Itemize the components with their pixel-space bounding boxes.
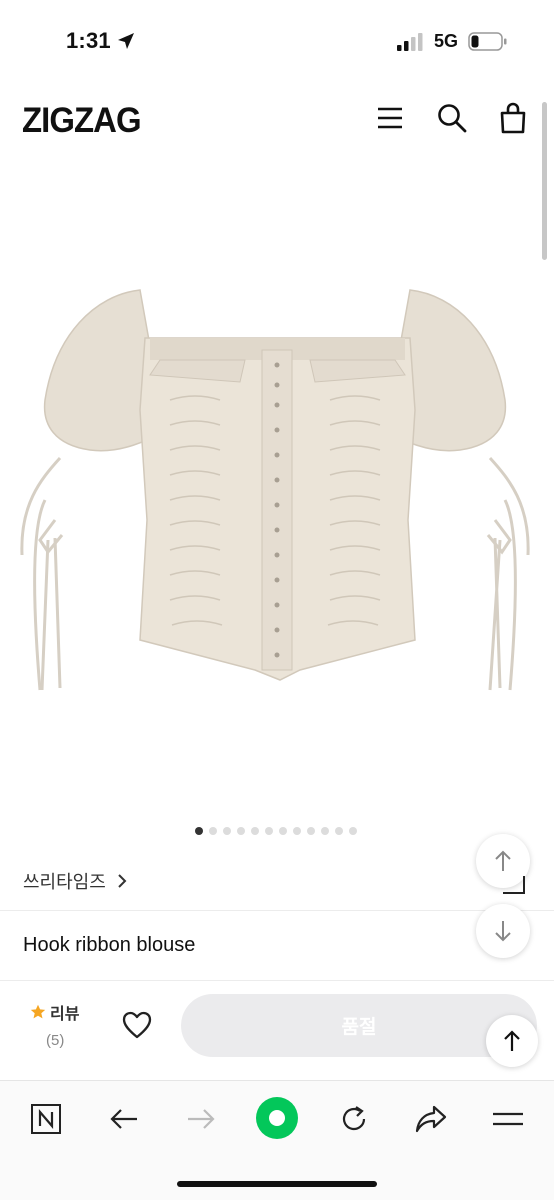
image-carousel-dots[interactable] xyxy=(195,827,357,835)
divider xyxy=(0,980,554,981)
status-bar: 1:31 5G xyxy=(0,0,554,84)
carousel-dot[interactable] xyxy=(237,827,245,835)
app-header: ZIGZAG xyxy=(0,84,554,160)
arrow-up-icon xyxy=(504,1030,520,1051)
brand-link[interactable]: 쓰리타임즈 xyxy=(23,868,128,894)
review-label: 리뷰 xyxy=(50,1006,80,1023)
heart-icon[interactable] xyxy=(121,1010,153,1040)
product-title: Hook ribbon blouse xyxy=(23,934,196,956)
menu-icon[interactable] xyxy=(374,102,406,134)
review-count: (5) xyxy=(46,1032,65,1049)
product-photo[interactable] xyxy=(0,160,554,820)
carousel-dot[interactable] xyxy=(349,827,357,835)
carousel-dot[interactable] xyxy=(251,827,259,835)
scroll-down-button[interactable] xyxy=(476,904,530,958)
carousel-dot[interactable] xyxy=(307,827,315,835)
carousel-dot[interactable] xyxy=(223,827,231,835)
chevron-right-icon xyxy=(118,874,127,888)
refresh-icon[interactable] xyxy=(336,1101,372,1137)
battery-icon xyxy=(468,32,507,51)
forward-arrow-icon[interactable] xyxy=(183,1101,219,1137)
star-icon xyxy=(30,1004,46,1019)
brand-name: 쓰리타임즈 xyxy=(23,872,106,892)
carousel-dot-active[interactable] xyxy=(195,827,203,835)
location-arrow-icon xyxy=(118,33,134,49)
green-dot-icon[interactable] xyxy=(255,1096,299,1140)
search-icon[interactable] xyxy=(436,102,468,134)
naver-n-icon[interactable] xyxy=(28,1101,64,1137)
arrow-down-icon xyxy=(495,921,511,942)
carousel-dot[interactable] xyxy=(321,827,329,835)
status-time: 1:31 xyxy=(66,28,111,53)
share-icon[interactable] xyxy=(413,1101,449,1137)
menu-lines-icon[interactable] xyxy=(490,1101,526,1137)
zigzag-logo[interactable]: ZIGZAG xyxy=(22,101,142,141)
signal-icon xyxy=(397,33,423,51)
divider xyxy=(0,910,554,911)
carousel-dot[interactable] xyxy=(265,827,273,835)
network-label: 5G xyxy=(434,31,459,51)
arrow-up-icon xyxy=(495,850,511,871)
review-button[interactable]: 리뷰 (5) xyxy=(30,1000,90,1049)
back-arrow-icon[interactable] xyxy=(106,1101,142,1137)
shopping-bag-icon[interactable] xyxy=(497,102,529,134)
carousel-dot[interactable] xyxy=(209,827,217,835)
corner-mark-icon xyxy=(503,876,525,894)
carousel-dot[interactable] xyxy=(335,827,343,835)
scroll-to-top-button[interactable] xyxy=(486,1015,538,1067)
carousel-dot[interactable] xyxy=(293,827,301,835)
carousel-dot[interactable] xyxy=(279,827,287,835)
home-indicator[interactable] xyxy=(177,1181,377,1187)
soldout-button[interactable]: 품절 xyxy=(181,994,537,1057)
